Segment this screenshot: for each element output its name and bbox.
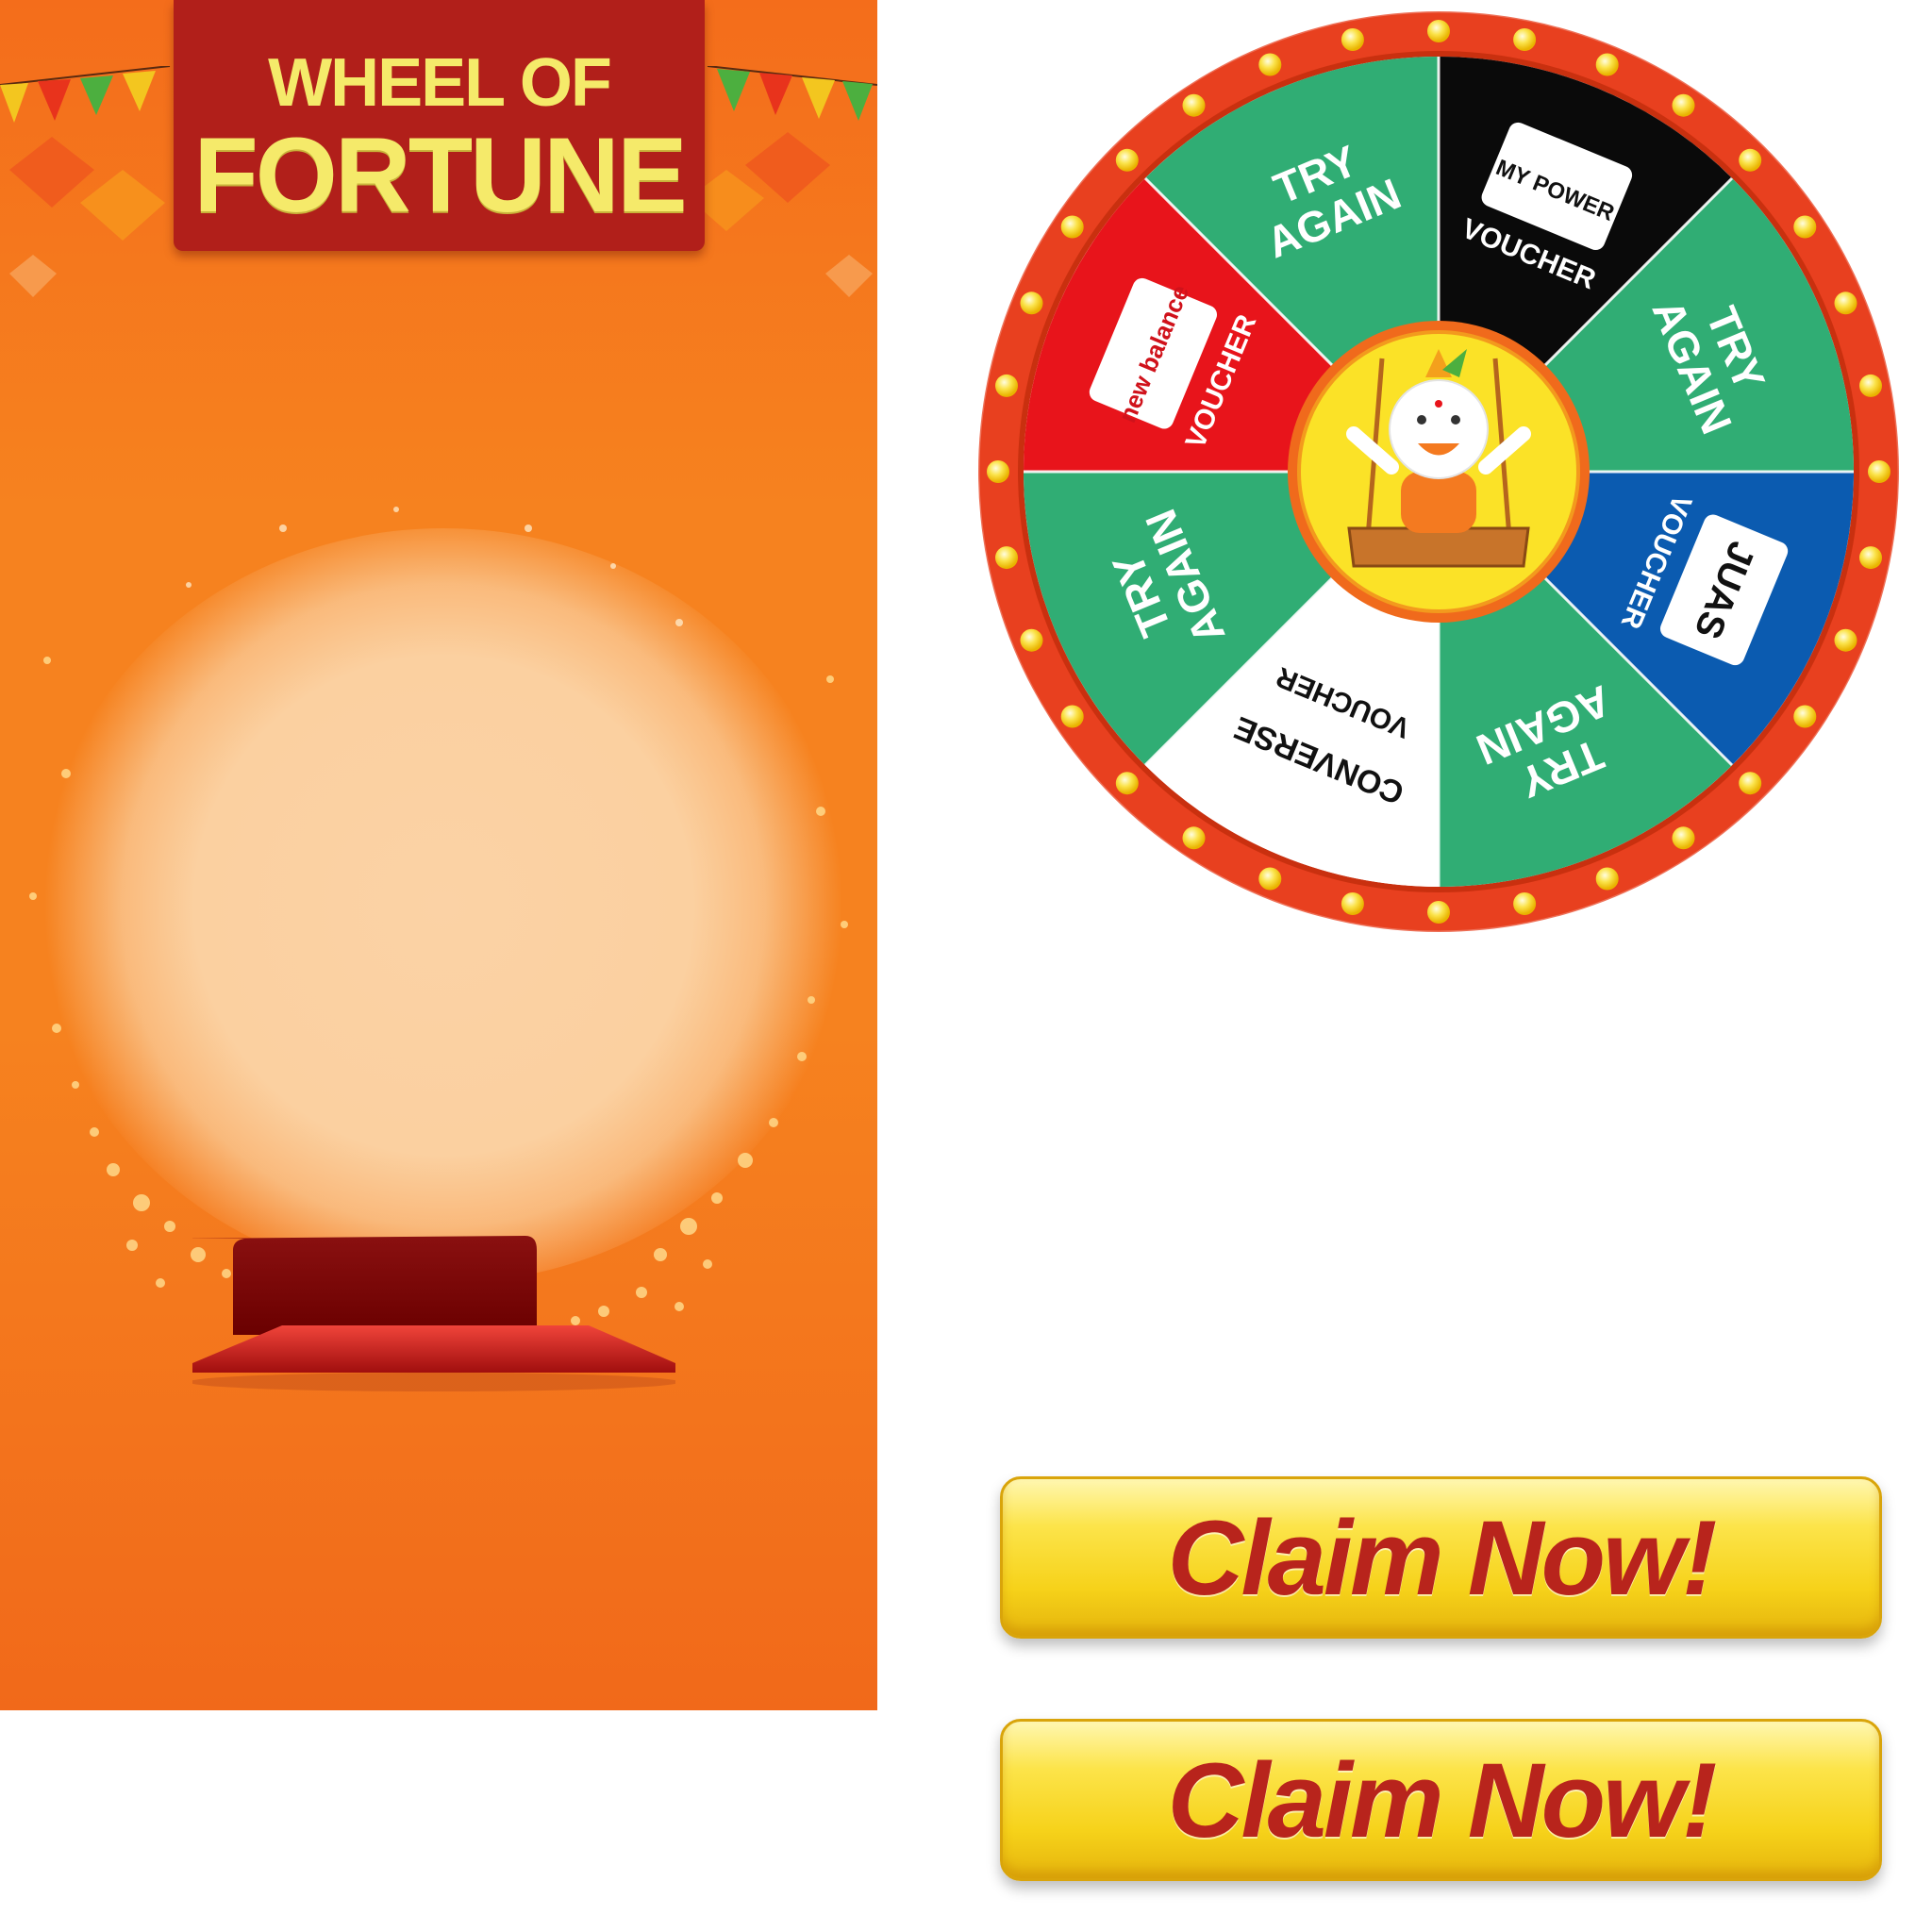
rim-bulb xyxy=(1739,148,1762,172)
rim-bulb xyxy=(1739,772,1762,795)
rim-bulb xyxy=(995,374,1018,397)
title-fortune: FORTUNE xyxy=(193,116,687,234)
rim-bulb xyxy=(1020,628,1043,652)
rim-bulb xyxy=(1595,867,1619,891)
rim-bulb xyxy=(1258,53,1282,76)
claim-now-button-1[interactable]: Claim Now! xyxy=(1000,1476,1882,1639)
claim-now-label-2: Claim Now! xyxy=(1167,1740,1718,1859)
promo-background-panel: WHEEL OF FORTUNE xyxy=(0,0,877,1710)
rim-bulb xyxy=(1182,93,1206,117)
rim-bulb xyxy=(1672,93,1695,117)
rim-bulb xyxy=(1859,374,1882,397)
rim-bulb xyxy=(1793,705,1817,728)
rim-bulb xyxy=(1513,28,1537,51)
rim-bulb xyxy=(987,460,1009,483)
claim-now-label-1: Claim Now! xyxy=(1167,1498,1718,1617)
rim-bulb xyxy=(1341,892,1364,915)
rim-bulb xyxy=(995,546,1018,570)
title-wheel-of: WHEEL OF xyxy=(268,45,612,121)
rim-bulb xyxy=(1793,215,1817,239)
rim-bulb xyxy=(1182,826,1206,850)
rim-bulb xyxy=(1060,215,1084,239)
title-banner: WHEEL OF FORTUNE xyxy=(174,0,705,251)
rim-bulb xyxy=(1060,705,1084,728)
rim-bulb xyxy=(1595,53,1619,76)
rim-bulb xyxy=(1834,291,1857,315)
rim-bulb xyxy=(1427,901,1450,924)
rim-bulb xyxy=(1020,291,1043,315)
rim-bulb xyxy=(1115,148,1139,172)
rim-bulb xyxy=(1513,892,1537,915)
rim-bulb xyxy=(1341,28,1364,51)
rim-bulb xyxy=(1834,628,1857,652)
rim-bulb xyxy=(1859,546,1882,570)
rim-bulb xyxy=(1427,20,1450,42)
rim-bulb xyxy=(1258,867,1282,891)
fortune-wheel[interactable]: MY POWER VOUCHER TRY AGAIN JUAS VOUCHER … xyxy=(976,9,1901,934)
rim-bulb xyxy=(1672,826,1695,850)
rim-bulb xyxy=(1868,460,1890,483)
red-podium xyxy=(192,1236,675,1391)
rim-bulb xyxy=(1115,772,1139,795)
claim-now-button-2[interactable]: Claim Now! xyxy=(1000,1719,1882,1881)
